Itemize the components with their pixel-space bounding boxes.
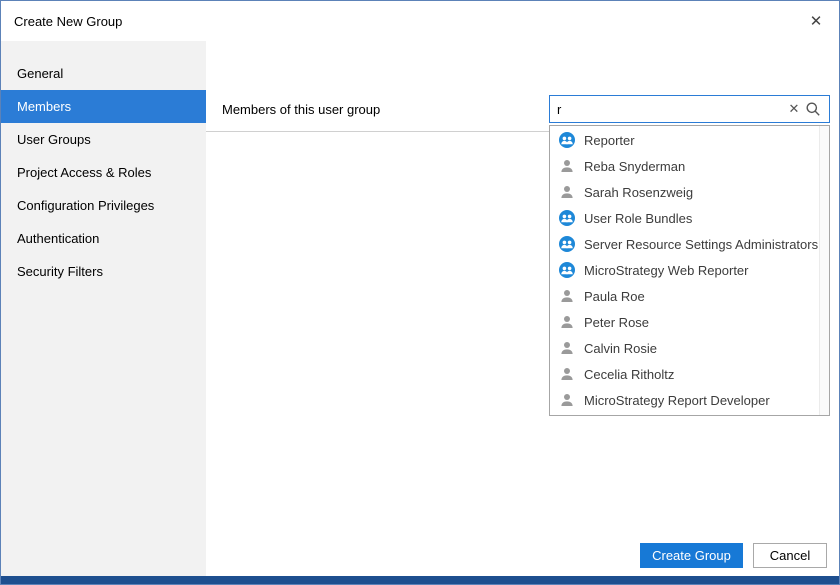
sidebar-item-general[interactable]: General: [1, 57, 206, 90]
list-item[interactable]: Calvin Rosie: [550, 335, 819, 361]
list-item-label: Reba Snyderman: [584, 159, 685, 174]
close-icon[interactable]: ✕: [793, 1, 839, 41]
list-item[interactable]: Sarah Rosenzweig: [550, 179, 819, 205]
user-icon: [559, 340, 575, 356]
list-item[interactable]: Cecelia Ritholtz: [550, 361, 819, 387]
list-item[interactable]: Peter Rose: [550, 309, 819, 335]
list-item-label: MicroStrategy Web Reporter: [584, 263, 749, 278]
list-item-label: Peter Rose: [584, 315, 649, 330]
member-search-box: ✕: [549, 95, 830, 123]
list-item[interactable]: MicroStrategy Web Reporter: [550, 257, 819, 283]
create-new-group-dialog: Create New Group ✕ General Members User …: [0, 0, 840, 585]
dialog-footer: Create Group Cancel: [640, 543, 827, 568]
magnifier-icon[interactable]: [803, 99, 823, 119]
list-item-label: Paula Roe: [584, 289, 645, 304]
suggestion-list: Reporter Reba Snyderman Sarah Rosenzweig…: [550, 126, 819, 415]
list-item-label: Cecelia Ritholtz: [584, 367, 674, 382]
user-icon: [559, 158, 575, 174]
list-item-label: Reporter: [584, 133, 635, 148]
list-item[interactable]: Reba Snyderman: [550, 153, 819, 179]
list-item-label: Sarah Rosenzweig: [584, 185, 693, 200]
cancel-button[interactable]: Cancel: [753, 543, 827, 568]
list-item[interactable]: Server Resource Settings Administrators: [550, 231, 819, 257]
list-item-label: Calvin Rosie: [584, 341, 657, 356]
main-panel: Members of this user group ✕ Reporter: [206, 41, 839, 576]
sidebar-item-authentication[interactable]: Authentication: [1, 222, 206, 255]
group-icon: [559, 132, 575, 148]
search-suggestions-dropdown: Reporter Reba Snyderman Sarah Rosenzweig…: [549, 125, 830, 416]
user-icon: [559, 366, 575, 382]
dialog-title: Create New Group: [1, 14, 122, 29]
sidebar-item-security-filters[interactable]: Security Filters: [1, 255, 206, 288]
user-icon: [559, 314, 575, 330]
sidebar-item-project-access-roles[interactable]: Project Access & Roles: [1, 156, 206, 189]
user-icon: [559, 288, 575, 304]
sidebar-item-user-groups[interactable]: User Groups: [1, 123, 206, 156]
group-icon: [559, 236, 575, 252]
list-item[interactable]: User Role Bundles: [550, 205, 819, 231]
user-icon: [559, 392, 575, 408]
members-of-group-label: Members of this user group: [222, 102, 380, 117]
user-icon: [559, 184, 575, 200]
list-item[interactable]: MicroStrategy Report Developer: [550, 387, 819, 413]
list-item-label: Server Resource Settings Administrators: [584, 237, 818, 252]
create-group-button[interactable]: Create Group: [640, 543, 743, 568]
list-item-label: User Role Bundles: [584, 211, 692, 226]
window-bottom-border: [1, 576, 839, 584]
clear-search-icon[interactable]: ✕: [785, 101, 803, 117]
title-bar: Create New Group ✕: [1, 1, 839, 41]
list-item[interactable]: Paula Roe: [550, 283, 819, 309]
member-search-input[interactable]: [557, 102, 785, 117]
list-item[interactable]: Reporter: [550, 127, 819, 153]
sidebar: General Members User Groups Project Acce…: [1, 41, 206, 576]
sidebar-item-configuration-privileges[interactable]: Configuration Privileges: [1, 189, 206, 222]
group-icon: [559, 262, 575, 278]
dropdown-scrollbar[interactable]: [819, 126, 829, 415]
list-item-label: MicroStrategy Report Developer: [584, 393, 770, 408]
group-icon: [559, 210, 575, 226]
sidebar-item-members[interactable]: Members: [1, 90, 206, 123]
